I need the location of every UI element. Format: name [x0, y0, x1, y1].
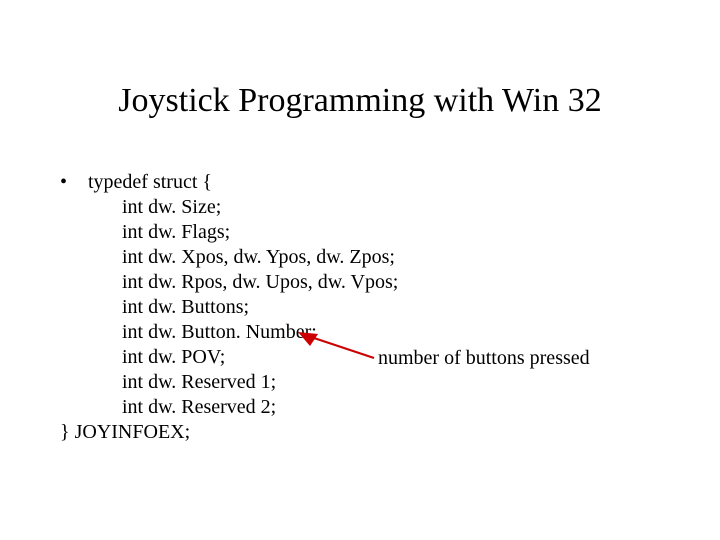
code-line: int dw. Reserved 1; [60, 370, 660, 395]
slide: Joystick Programming with Win 32 • typed… [0, 0, 720, 540]
slide-body: • typedef struct { int dw. Size; int dw.… [60, 170, 660, 445]
code-line-open: typedef struct { [88, 170, 212, 195]
code-line-close: } JOYINFOEX; [60, 420, 660, 445]
code-line: int dw. Size; [60, 195, 660, 220]
code-line: int dw. Reserved 2; [60, 395, 660, 420]
slide-title: Joystick Programming with Win 32 [0, 82, 720, 120]
code-line: int dw. Flags; [60, 220, 660, 245]
code-line: int dw. Xpos, dw. Ypos, dw. Zpos; [60, 245, 660, 270]
code-line: int dw. Buttons; [60, 295, 660, 320]
annotation-label: number of buttons pressed [378, 347, 590, 370]
bullet-marker: • [60, 170, 88, 195]
bullet-item: • typedef struct { [60, 170, 660, 195]
code-line: int dw. Button. Number; [60, 320, 660, 345]
code-line: int dw. Rpos, dw. Upos, dw. Vpos; [60, 270, 660, 295]
